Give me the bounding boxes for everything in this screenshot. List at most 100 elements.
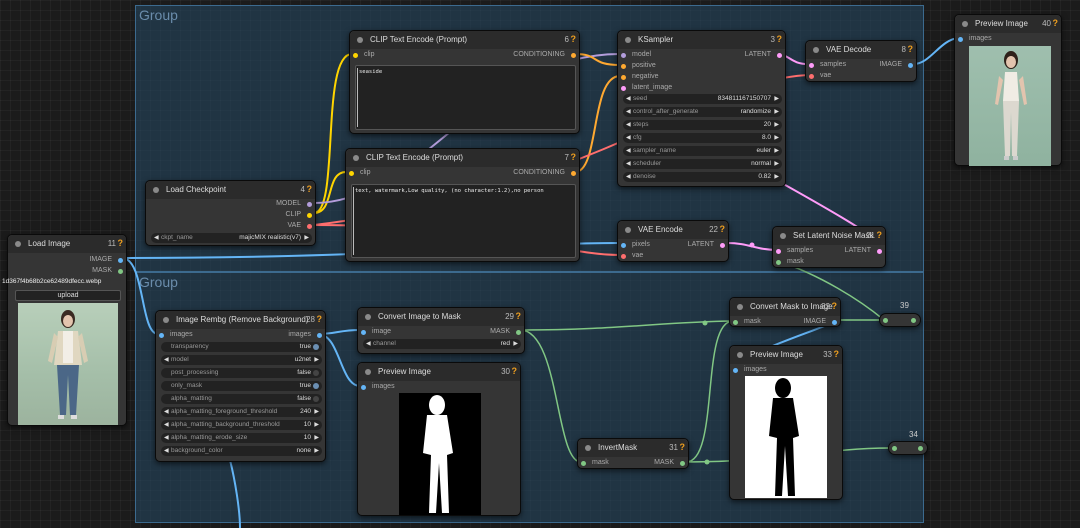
input-pixels[interactable]: pixels	[621, 240, 650, 250]
node-header[interactable]: Preview Image 40 ?	[955, 15, 1061, 33]
input-negative[interactable]: negative	[621, 72, 658, 82]
arrow-left-icon[interactable]: ◀	[164, 355, 169, 365]
arrow-left-icon[interactable]: ◀	[626, 159, 631, 169]
reroute-34[interactable]	[888, 441, 928, 455]
collapse-dot-icon[interactable]	[15, 241, 21, 247]
output-latent[interactable]: LATENT	[688, 240, 725, 250]
arrow-left-icon[interactable]: ◀	[626, 94, 631, 104]
output-mask[interactable]: MASK	[654, 458, 685, 468]
arrow-right-icon[interactable]: ▶	[774, 120, 779, 130]
arrow-right-icon[interactable]: ▶	[314, 407, 319, 417]
input-vae[interactable]: vae	[621, 251, 643, 261]
arrow-right-icon[interactable]: ▶	[774, 172, 779, 182]
arrow-right-icon[interactable]: ▶	[774, 146, 779, 156]
node-convert-image-to-mask[interactable]: Convert Image to Mask 29 ? image MASK ◀ …	[357, 307, 525, 354]
input-image[interactable]: image	[361, 327, 391, 337]
node-clip-text-encode-positive[interactable]: CLIP Text Encode (Prompt) 6 ? clip CONDI…	[349, 30, 580, 134]
input-positive[interactable]: positive	[621, 61, 656, 71]
collapse-dot-icon[interactable]	[353, 155, 359, 161]
scheduler-widget[interactable]: ◀ scheduler normal ▶	[623, 159, 782, 169]
input-model[interactable]: model	[621, 50, 651, 60]
ckpt-name-combo[interactable]: ◀ ckpt_name majicMIX realistic(v7) ▶	[151, 233, 312, 243]
node-header[interactable]: CLIP Text Encode (Prompt) 6 ?	[350, 31, 579, 49]
node-set-latent-noise-mask[interactable]: Set Latent Noise Mask 21 ? samples mask …	[772, 226, 886, 268]
reroute-39[interactable]	[879, 313, 921, 327]
alpha-matting-background-threshold-widget[interactable]: ◀ alpha_matting_background_threshold 10 …	[161, 420, 322, 430]
node-header[interactable]: Convert Mask to Image 32 ?	[730, 298, 840, 316]
control-after-generate-widget[interactable]: ◀ control_after_generate randomize ▶	[623, 107, 782, 117]
arrow-left-icon[interactable]: ◀	[626, 133, 631, 143]
collapse-dot-icon[interactable]	[625, 37, 631, 43]
sampler-name-widget[interactable]: ◀ sampler_name euler ▶	[623, 146, 782, 156]
arrow-right-icon[interactable]: ▶	[314, 433, 319, 443]
input-images[interactable]: images	[958, 34, 992, 44]
alpha-matting-foreground-threshold-widget[interactable]: ◀ alpha_matting_foreground_threshold 240…	[161, 407, 322, 417]
collapse-dot-icon[interactable]	[163, 317, 169, 323]
prompt-textarea[interactable]: seaside	[355, 65, 576, 130]
only-mask-toggle[interactable]: only_mask true	[161, 381, 322, 391]
input-samples[interactable]: samples	[809, 60, 846, 70]
collapse-dot-icon[interactable]	[153, 187, 159, 193]
node-header[interactable]: Set Latent Noise Mask 21 ?	[773, 227, 885, 245]
node-header[interactable]: Load Image 11 ?	[8, 235, 126, 253]
collapse-dot-icon[interactable]	[585, 445, 591, 451]
input-latent-image[interactable]: latent_image	[621, 83, 672, 93]
input-samples[interactable]: samples	[776, 246, 813, 256]
output-conditioning[interactable]: CONDITIONING	[513, 168, 576, 178]
reroute-input-dot[interactable]	[883, 318, 888, 323]
arrow-right-icon[interactable]: ▶	[774, 94, 779, 104]
collapse-dot-icon[interactable]	[813, 47, 819, 53]
input-clip[interactable]: clip	[353, 50, 375, 60]
arrow-left-icon[interactable]: ◀	[366, 339, 371, 349]
arrow-left-icon[interactable]: ◀	[626, 120, 631, 130]
output-clip[interactable]: CLIP	[285, 210, 312, 220]
node-preview-image-40[interactable]: Preview Image 40 ? images	[954, 14, 1062, 166]
node-preview-image-30[interactable]: Preview Image 30 ? images	[357, 362, 521, 516]
output-conditioning[interactable]: CONDITIONING	[513, 50, 576, 60]
toggle-on-icon[interactable]	[313, 383, 319, 389]
reroute-output-dot[interactable]	[918, 446, 923, 451]
arrow-left-icon[interactable]: ◀	[164, 446, 169, 456]
collapse-dot-icon[interactable]	[357, 37, 363, 43]
toggle-on-icon[interactable]	[313, 344, 319, 350]
output-image[interactable]: IMAGE	[803, 317, 837, 327]
arrow-right-icon[interactable]: ▶	[513, 339, 518, 349]
arrow-left-icon[interactable]: ◀	[164, 420, 169, 430]
collapse-dot-icon[interactable]	[962, 21, 968, 27]
node-vae-encode[interactable]: VAE Encode 22 ? pixels vae LATENT	[617, 220, 729, 262]
collapse-dot-icon[interactable]	[365, 314, 371, 320]
collapse-dot-icon[interactable]	[625, 227, 631, 233]
output-images[interactable]: images	[288, 330, 322, 340]
upload-button[interactable]: upload	[15, 290, 121, 301]
input-clip[interactable]: clip	[349, 168, 371, 178]
node-load-image[interactable]: Load Image 11 ? IMAGE MASK 1d367f4b68b2c…	[2, 234, 127, 426]
input-images[interactable]: images	[733, 365, 767, 375]
node-header[interactable]: VAE Encode 22 ?	[618, 221, 728, 239]
collapse-dot-icon[interactable]	[780, 233, 786, 239]
node-header[interactable]: KSampler 3 ?	[618, 31, 785, 49]
steps-widget[interactable]: ◀ steps 20 ▶	[623, 120, 782, 130]
arrow-right-icon[interactable]: ▶	[314, 355, 319, 365]
arrow-left-icon[interactable]: ◀	[626, 146, 631, 156]
input-mask[interactable]: mask	[581, 458, 609, 468]
output-mask[interactable]: MASK	[92, 266, 123, 276]
node-vae-decode[interactable]: VAE Decode 8 ? samples vae IMAGE	[805, 40, 917, 82]
collapse-dot-icon[interactable]	[365, 369, 371, 375]
output-image[interactable]: IMAGE	[879, 60, 913, 70]
arrow-left-icon[interactable]: ◀	[154, 233, 159, 243]
node-invert-mask[interactable]: InvertMask 31 ? mask MASK	[577, 438, 689, 469]
output-latent[interactable]: LATENT	[845, 246, 882, 256]
reroute-output-dot[interactable]	[911, 318, 916, 323]
node-convert-mask-to-image[interactable]: Convert Mask to Image 32 ? mask IMAGE	[729, 297, 841, 327]
arrow-right-icon[interactable]: ▶	[314, 420, 319, 430]
post-processing-toggle[interactable]: post_processing false	[161, 368, 322, 378]
arrow-right-icon[interactable]: ▶	[774, 107, 779, 117]
arrow-left-icon[interactable]: ◀	[626, 107, 631, 117]
node-header[interactable]: Convert Image to Mask 29 ?	[358, 308, 524, 326]
collapse-dot-icon[interactable]	[737, 304, 743, 310]
node-header[interactable]: InvertMask 31 ?	[578, 439, 688, 457]
channel-combo[interactable]: ◀ channel red ▶	[363, 339, 521, 349]
node-header[interactable]: Preview Image 33 ?	[730, 346, 842, 364]
output-mask[interactable]: MASK	[490, 327, 521, 337]
output-model[interactable]: MODEL	[276, 199, 312, 209]
